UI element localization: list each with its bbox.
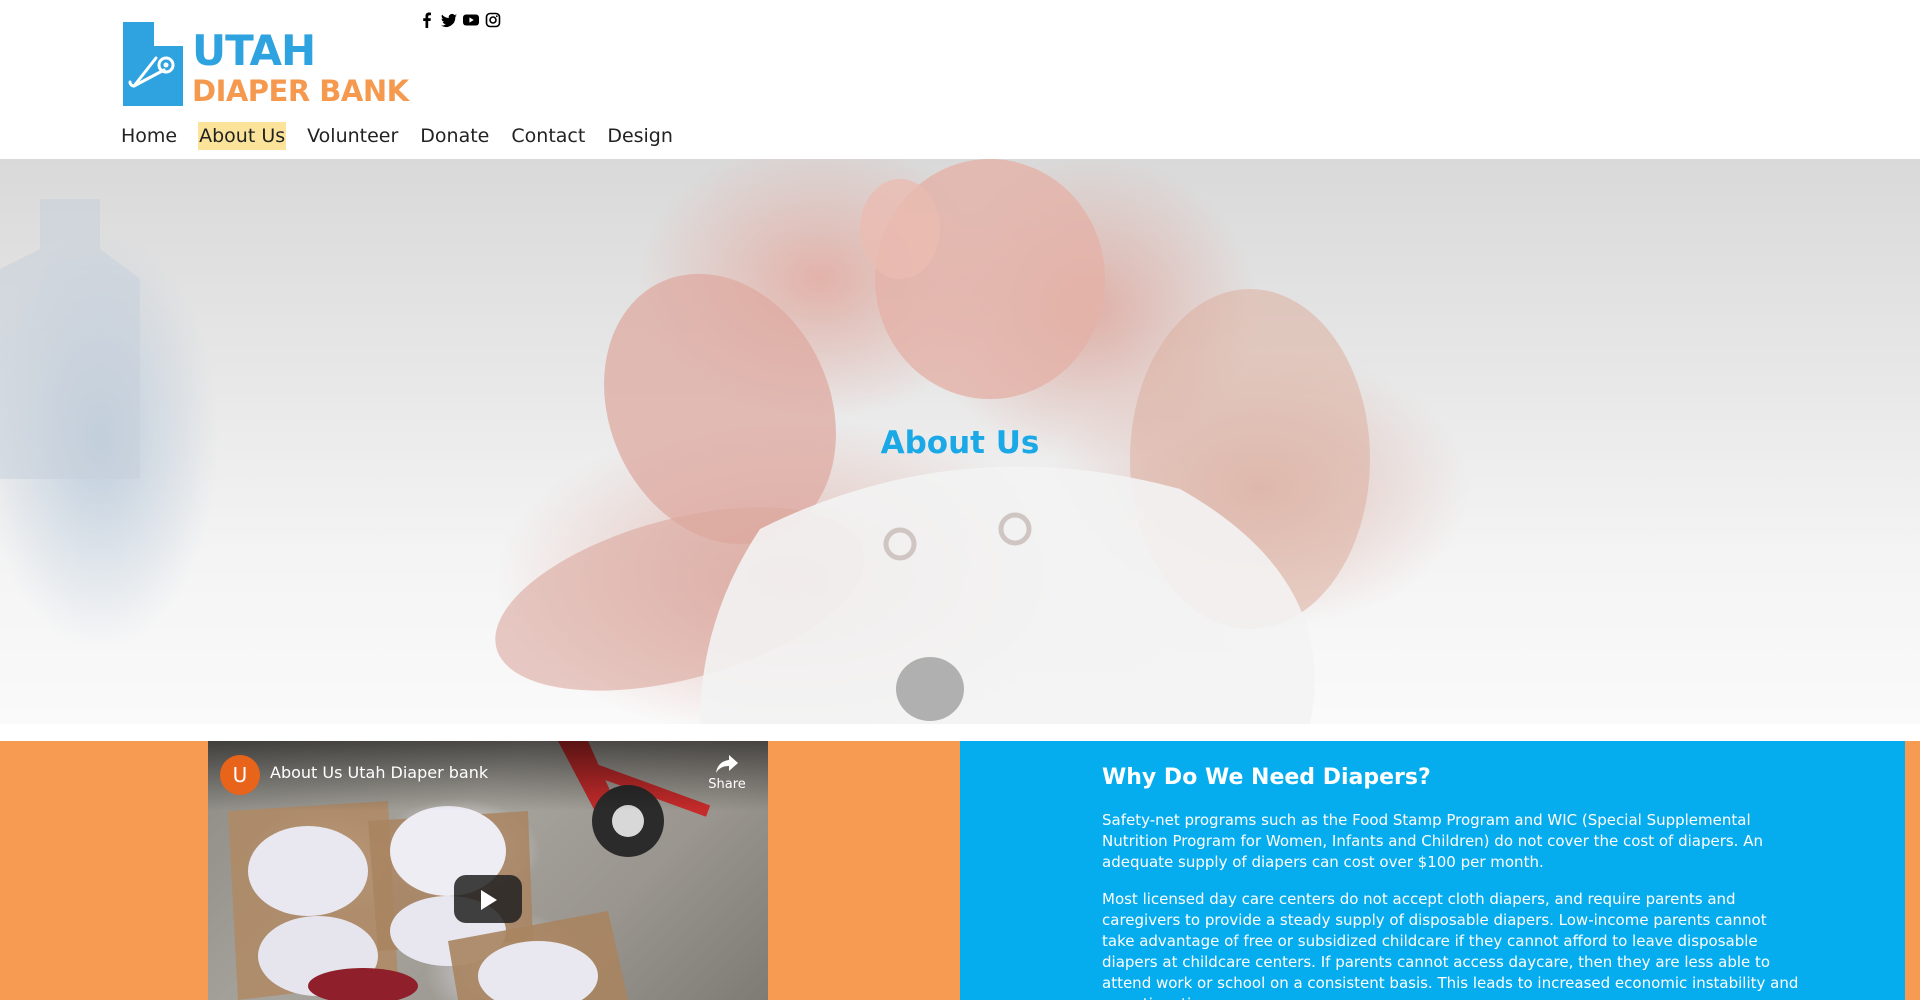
nav-home[interactable]: Home [120,122,178,150]
why-diapers-content: Why Do We Need Diapers? Safety-net progr… [1102,765,1802,1000]
instagram-link[interactable] [485,12,501,28]
share-label: Share [708,777,746,792]
nav-about-us[interactable]: About Us [198,122,287,150]
video-title[interactable]: About Us Utah Diaper bank [270,763,488,782]
hero-banner: About Us [0,159,1920,724]
social-links [419,12,501,28]
nav-design[interactable]: Design [606,122,674,150]
youtube-icon [463,14,479,26]
channel-avatar[interactable]: U [220,755,260,795]
facebook-link[interactable] [419,12,435,28]
share-button[interactable]: Share [702,753,752,792]
why-paragraph-2: Most licensed day care centers do not ac… [1102,890,1799,1000]
twitter-icon [441,13,457,27]
logo-text-diaper-bank: DIAPER BANK [192,74,409,108]
play-button[interactable] [454,875,522,923]
site-logo[interactable]: UTAH DIAPER BANK [120,20,422,108]
why-diapers-heading: Why Do We Need Diapers? [1102,765,1431,790]
instagram-icon [485,12,501,28]
safety-pin-utah-icon [123,22,183,106]
facebook-icon [423,12,431,28]
logo-text-utah: UTAH [192,26,316,75]
youtube-video-embed[interactable]: U About Us Utah Diaper bank Share [208,741,768,1000]
why-paragraph-1: Safety-net programs such as the Food Sta… [1102,811,1763,871]
nav-volunteer[interactable]: Volunteer [306,122,399,150]
hero-title: About Us [880,425,1040,461]
nav-donate[interactable]: Donate [419,122,490,150]
main-nav: Home About Us Volunteer Donate Contact D… [120,122,674,150]
right-accent-strip [1905,741,1920,1000]
youtube-link[interactable] [463,12,479,28]
about-content-section: U About Us Utah Diaper bank Share Why Do… [0,741,1920,1000]
site-header: UTAH DIAPER BANK Home About Us Volunteer… [0,0,1920,158]
share-icon [716,755,738,773]
twitter-link[interactable] [441,12,457,28]
nav-contact[interactable]: Contact [510,122,586,150]
play-icon [481,890,497,910]
